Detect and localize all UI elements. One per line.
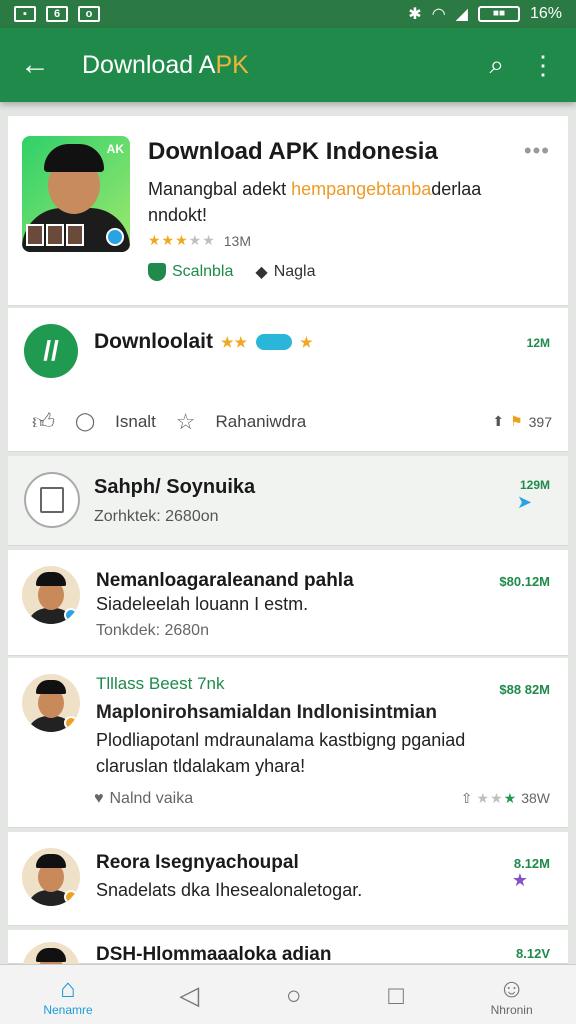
comment-icon[interactable]: ◯	[75, 411, 95, 432]
verified-icon	[106, 228, 124, 246]
rating-line: ★★★★★ 13M	[148, 232, 251, 249]
tag-chip[interactable]: ◆ Nagla	[255, 262, 315, 282]
bottom-nav: ⌂ Nenamre ◁ ○ □ ☺ Nhronin	[0, 964, 576, 1024]
list-item[interactable]: Nemanloagaraleanand pahla Siadeleelah lo…	[8, 550, 568, 656]
nav-home-circle[interactable]: ○	[286, 980, 302, 1010]
share-icon[interactable]: ⇧	[461, 790, 473, 807]
wifi-icon: ◠	[431, 6, 446, 23]
circle-home-icon: ○	[285, 979, 302, 1010]
star-badge-icon: ★	[511, 870, 528, 890]
battery-percent: 16%	[529, 5, 562, 22]
image-icon: ▪	[14, 6, 36, 22]
safety-subtitle: Zorhktek: 2680on	[94, 508, 219, 525]
triangle-back-icon: ◁	[179, 979, 200, 1010]
document-icon	[24, 472, 80, 528]
item-meta: Tonkdek: 2680n	[96, 622, 209, 639]
item-text: Siadeleelah louann I estm.	[96, 594, 309, 614]
app-description: Manangbal adekt hempangebtanbaderlaa nnd…	[148, 179, 482, 225]
file-size: 12M	[526, 336, 550, 350]
battery-icon: ■■	[477, 6, 520, 22]
item-text: Plodliapotanl mdraunalama kastbigng pgan…	[96, 730, 466, 750]
install-action[interactable]: Isnalt	[115, 412, 156, 432]
bluetooth-icon: ✱	[408, 6, 422, 23]
list-item[interactable]: Tlllass Beest 7nk Maplonirohsamialdan In…	[8, 658, 568, 828]
shield-icon	[148, 263, 166, 281]
list-item[interactable]: Reora Isegnyachoupal Snadelats dka Ihese…	[8, 832, 568, 926]
thumbs-up-icon[interactable]: 👍︎	[32, 408, 55, 435]
item-title: Tlllass Beest 7nk	[96, 674, 225, 693]
person-icon: ☺	[498, 972, 525, 1003]
item-price: 8.12M	[513, 856, 550, 871]
more-vert-icon[interactable]: ⋮	[530, 50, 556, 81]
download-app-icon: //	[24, 324, 78, 378]
pin-icon: ⚑	[510, 413, 523, 429]
nav-back[interactable]: ◁	[179, 980, 199, 1010]
item-price: $80.12M	[499, 574, 550, 589]
download-title: Downloolait ★★ ★	[94, 330, 314, 353]
download-arrow-icon[interactable]: ➤	[517, 492, 532, 513]
list-item[interactable]: DSH-Hlommaaaloka adian 8.12V	[8, 930, 568, 1000]
item-text: claruslan tldalakam yhara!	[96, 756, 306, 776]
badge-pill-icon	[256, 334, 293, 350]
nav-profile[interactable]: ☺ Nhronin	[491, 973, 533, 1017]
review-action[interactable]: Rahaniwdra	[216, 412, 307, 432]
notification-icon: o	[78, 6, 100, 22]
file-size: 129M	[519, 478, 550, 492]
item-text: Snadelats dka Ihesealonaletogar.	[96, 880, 363, 900]
more-horiz-icon[interactable]: •••	[524, 138, 550, 164]
status-bar: ▪ 6 o ✱ ◠ ◢ ■■ 16%	[0, 0, 576, 28]
heart-icon[interactable]: ♥	[94, 790, 104, 808]
item-title: Nemanloagaraleanand pahla	[96, 570, 354, 591]
app-title: Download APK Indonesia	[148, 138, 438, 165]
item-title: DSH-Hlommaaaloka adian	[96, 944, 332, 965]
app-bar: ← Download APK ⌕ ⋮	[0, 28, 576, 102]
signal-icon: ◢	[455, 6, 468, 23]
square-recents-icon: □	[388, 979, 404, 1010]
tag-icon: ◆	[255, 264, 268, 281]
safe-tag[interactable]: Scalnbla	[148, 263, 233, 281]
featured-app-card[interactable]: AK Download APK Indonesia ••• Manangbal …	[8, 116, 568, 306]
avatar	[22, 674, 80, 732]
search-icon[interactable]: ⌕	[489, 49, 504, 81]
item-price: 8.12V	[516, 946, 550, 961]
item-price: $88 82M	[499, 682, 550, 697]
app-thumbnail: AK	[22, 136, 130, 252]
notification-icon: 6	[46, 6, 68, 22]
back-arrow-icon[interactable]: ←	[0, 48, 70, 82]
nav-recents[interactable]: □	[388, 980, 404, 1010]
page-title: Download APK	[82, 50, 249, 79]
item-rating: ⇧ ★★★ 38W	[460, 790, 550, 807]
item-headline: Maplonirohsamialdan Indlonisintmian	[96, 702, 437, 723]
home-icon: ⌂	[60, 972, 76, 1003]
item-meta: ♥ Nalnd vaika	[94, 790, 194, 808]
safety-card[interactable]: Sahph/ Soynuika Zorhktek: 2680on 129M ➤	[8, 456, 568, 546]
safety-title: Sahph/ Soynuika	[94, 476, 256, 498]
star-outline-icon[interactable]: ☆	[176, 409, 196, 435]
item-title: Reora Isegnyachoupal	[96, 852, 299, 873]
avatar	[22, 848, 80, 906]
nav-home[interactable]: ⌂ Nenamre	[43, 973, 92, 1017]
star-rating: ★★★★★	[148, 232, 216, 248]
avatar	[22, 566, 80, 624]
download-card[interactable]: // Downloolait ★★ ★ 12M 👍︎ ◯ Isnalt ☆ Rah…	[8, 308, 568, 452]
upload-icon[interactable]: ⬆	[492, 413, 504, 430]
